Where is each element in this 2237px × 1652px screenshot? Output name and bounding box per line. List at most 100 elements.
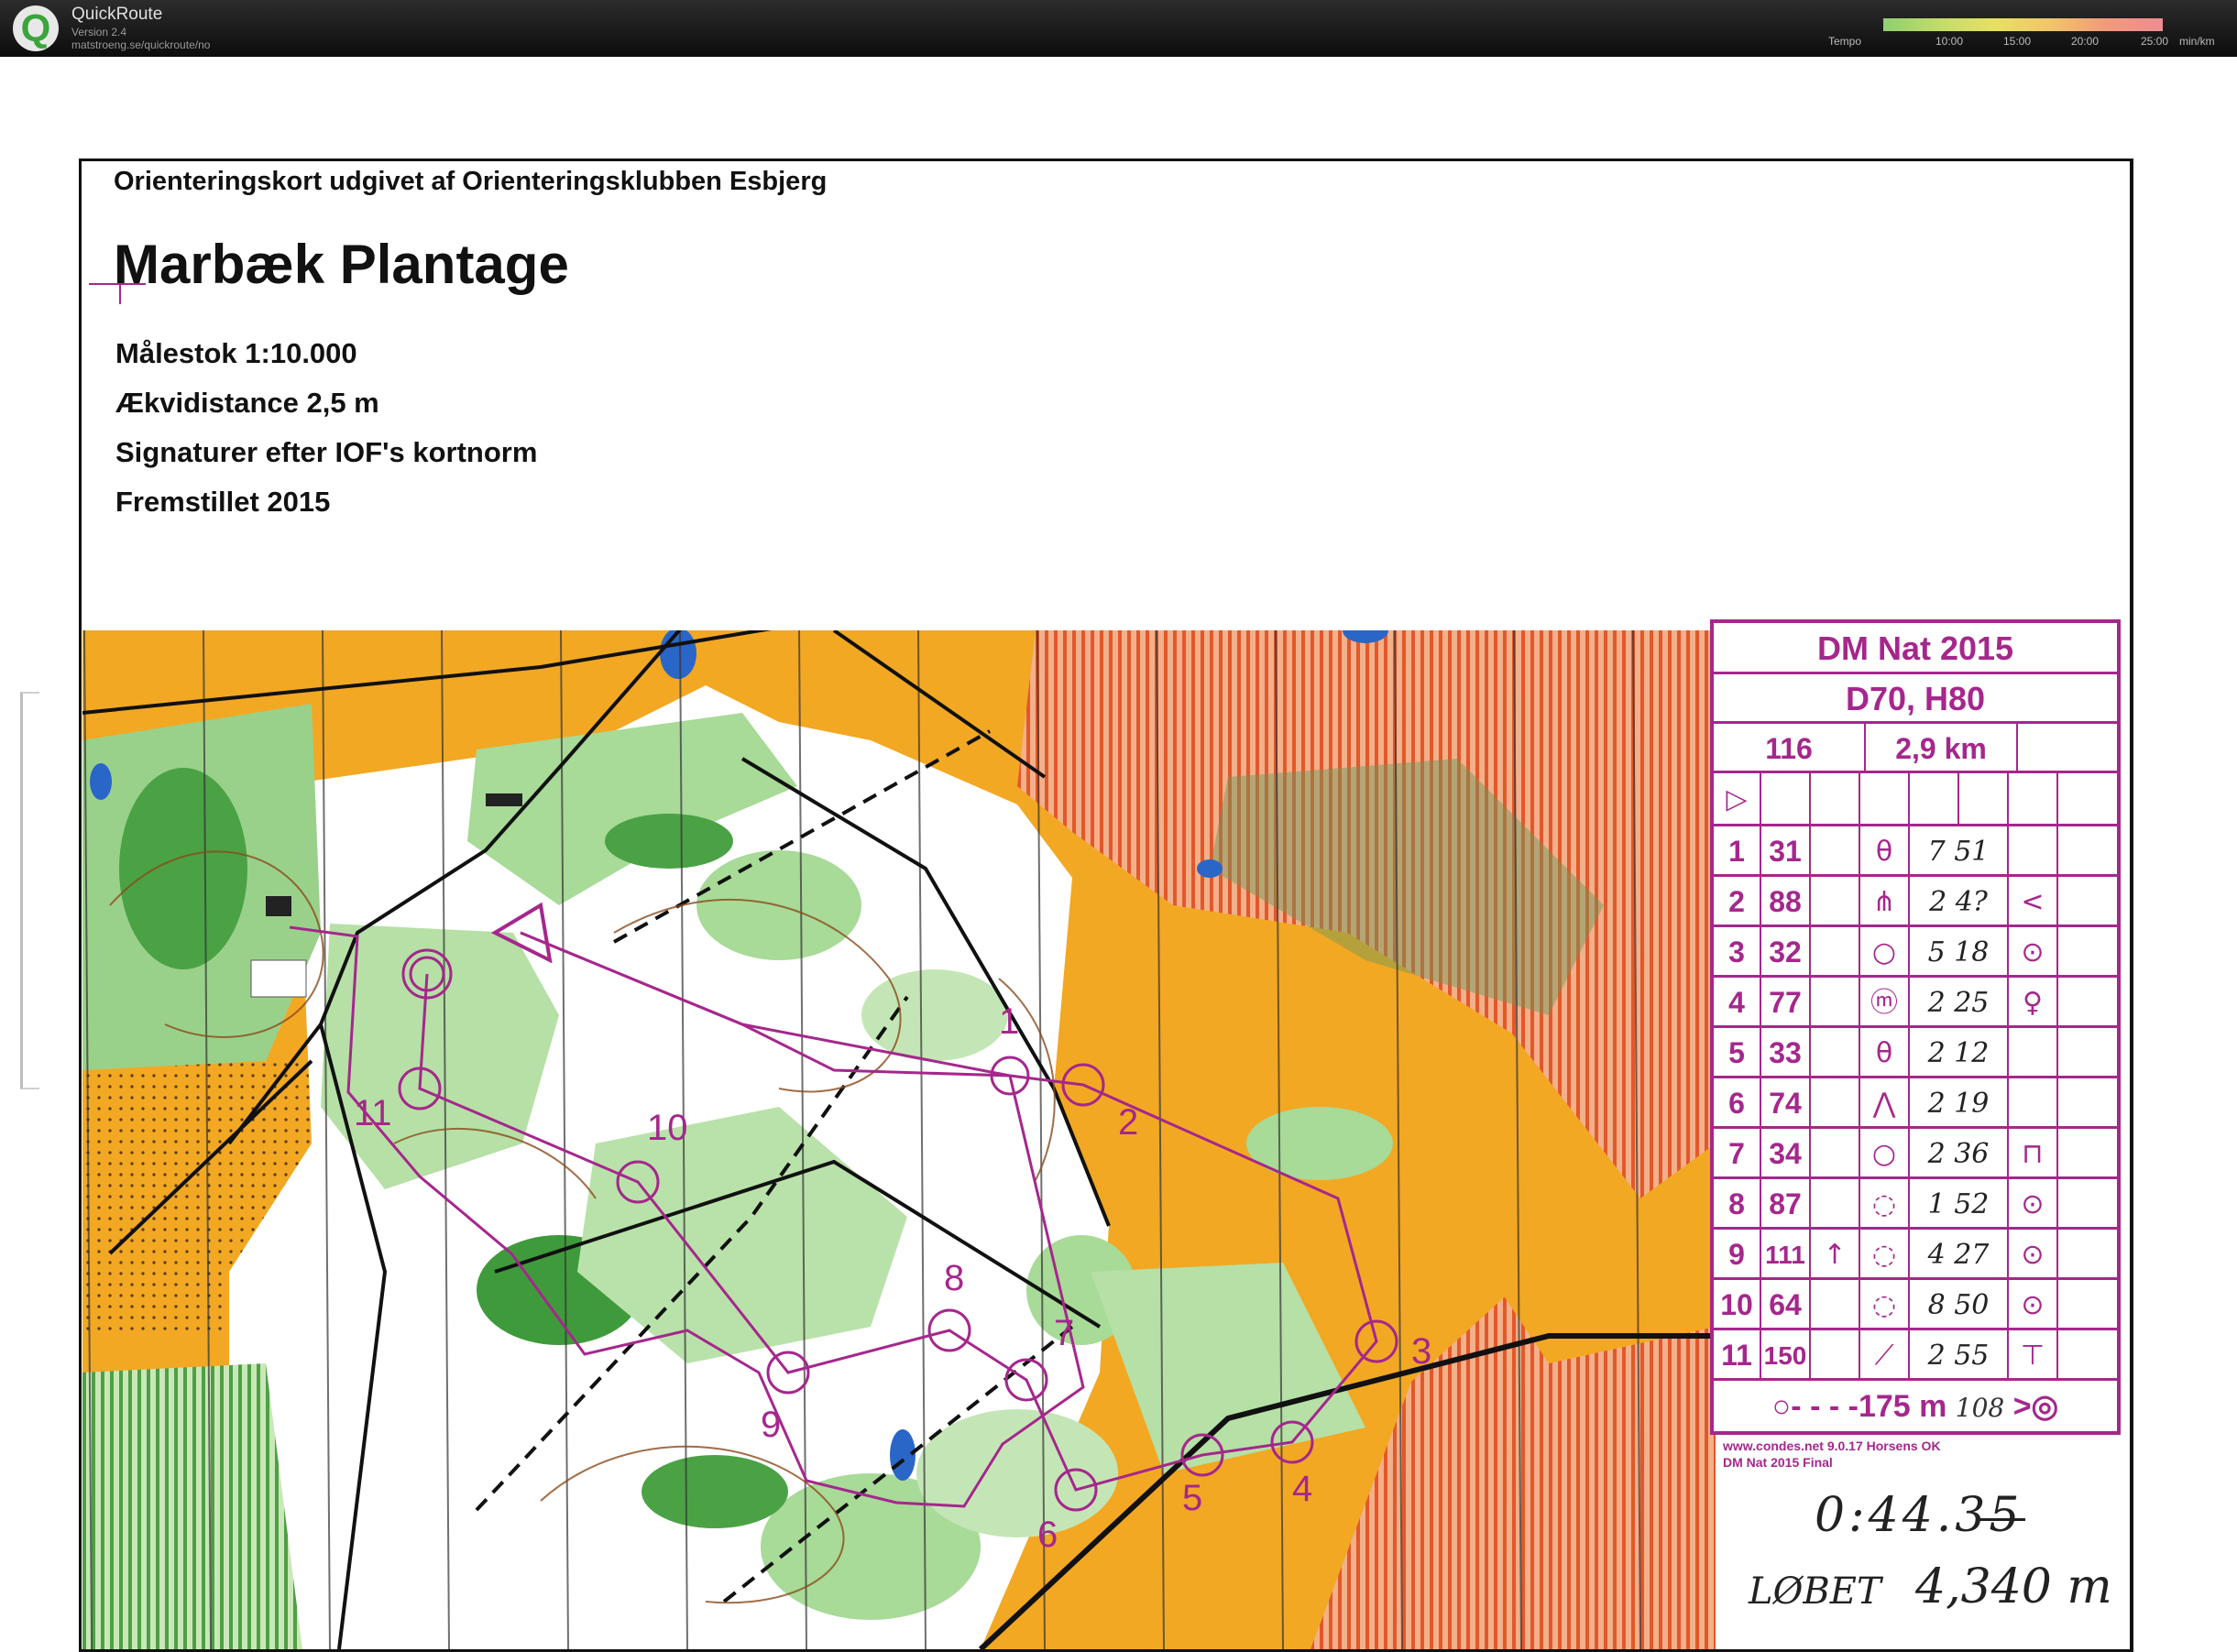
- desc-control-row: 4 77 ⓜ 2 25 ♀: [1714, 978, 2117, 1028]
- desc-cell-loc: <: [2009, 877, 2058, 924]
- control-number: 2: [1118, 1102, 1138, 1143]
- desc-control-row: 3 32 ○ 5 18 ⊙: [1714, 927, 2117, 978]
- desc-cell-loc: ⊙: [2009, 1280, 2058, 1328]
- map-scale: Målestok 1:10.000: [115, 337, 357, 369]
- desc-control-row: 6 74 ⋀ 2 19: [1714, 1078, 2117, 1129]
- map-year: Fremstillet 2015: [115, 486, 331, 518]
- desc-cell-dir: [1811, 978, 1860, 1025]
- desc-cell-loc: ⊤: [2009, 1330, 2058, 1378]
- desc-cell-loc: [2009, 826, 2058, 874]
- desc-cell-code: 87: [1761, 1179, 1811, 1227]
- desc-cell-dir: [1811, 1179, 1860, 1227]
- app-title-bar: Q QuickRoute Version 2.4 matstroeng.se/q…: [0, 0, 2237, 57]
- desc-cell-n: 2: [1714, 877, 1761, 924]
- desc-cell-feat: ⟋: [1860, 1330, 1910, 1378]
- desc-cell-n: 1: [1714, 826, 1761, 874]
- desc-cell-code: 74: [1761, 1078, 1811, 1126]
- desc-control-row: 8 87 ◌ 1 52 ⊙: [1714, 1179, 2117, 1230]
- desc-cell-code: 111: [1761, 1230, 1811, 1277]
- symbol-norm: Signaturer efter IOF's kortnorm: [115, 436, 538, 468]
- control-number: 7: [1054, 1313, 1074, 1353]
- desc-cell-n: 7: [1714, 1129, 1761, 1176]
- desc-cell-dir: [1811, 927, 1860, 975]
- desc-cell-loc: ⊓: [2009, 1129, 2058, 1176]
- finish-start-circle-icon: ○- - - -: [1771, 1389, 1859, 1424]
- desc-cell-feat: ◌: [1860, 1230, 1910, 1277]
- desc-control-row: 1 31 θ 7 51: [1714, 826, 2117, 877]
- control-number: 6: [1037, 1515, 1058, 1555]
- finish-note: 108: [1955, 1393, 2005, 1423]
- desc-cell-n: 4: [1714, 978, 1761, 1025]
- handwritten-run-distance: 4,340 m: [1915, 1559, 2112, 1614]
- scanned-map-sheet: Orienteringskort udgivet af Orienterings…: [0, 57, 2237, 1652]
- desc-cell-dir: [1811, 1280, 1860, 1328]
- desc-control-row: 2 88 ⋔ 2 4? <: [1714, 877, 2117, 927]
- desc-cell-dir: [1811, 1028, 1860, 1076]
- map-publisher: Orienteringskort udgivet af Orienterings…: [114, 167, 828, 196]
- desc-cell-code: 34: [1761, 1129, 1811, 1176]
- orienteering-map[interactable]: 1 2 3 4 5 6 7 8 9 10 11: [82, 630, 1716, 1649]
- tempo-tick: 10:00: [1935, 35, 1964, 48]
- desc-cell-feat: ○: [1860, 927, 1910, 975]
- contour-interval: Ækvidistance 2,5 m: [115, 387, 379, 419]
- desc-cell-dim: 2 55: [1910, 1330, 2009, 1378]
- control-description-sheet: DM Nat 2015 D70, H80 116 2,9 km ▷ 1 31 θ 7 …: [1710, 619, 2121, 1435]
- desc-cell-feat: ⓜ: [1860, 978, 1910, 1025]
- handwritten-run-label: LØBET: [1749, 1570, 1881, 1613]
- desc-cell-dim: 2 12: [1910, 1028, 2009, 1076]
- desc-cell-code: 32: [1761, 927, 1811, 975]
- desc-cell-code: 88: [1761, 877, 1811, 924]
- desc-cell-code: 77: [1761, 978, 1811, 1025]
- control-number: 5: [1182, 1478, 1202, 1518]
- desc-cell-dim: 2 19: [1910, 1078, 2009, 1126]
- control-number: 3: [1411, 1331, 1431, 1372]
- desc-cell-dim: 4 27: [1910, 1230, 2009, 1277]
- desc-control-row: 7 34 ○ 2 36 ⊓: [1714, 1129, 2117, 1179]
- desc-control-row: 10 64 ◌ 8 50 ⊙: [1714, 1280, 2117, 1330]
- desc-cell-n: 5: [1714, 1028, 1761, 1076]
- desc-cell-n: 9: [1714, 1230, 1761, 1277]
- desc-course-length: 2,9 km: [1866, 724, 2018, 771]
- desc-cell-code: 64: [1761, 1280, 1811, 1328]
- desc-cell-feat: ⋀: [1860, 1078, 1910, 1126]
- desc-control-row: 11 150 ⟋ 2 55 ⊤: [1714, 1330, 2117, 1381]
- desc-cell-dir: ↑: [1811, 1230, 1860, 1277]
- desc-cell-loc: [2009, 1078, 2058, 1126]
- desc-cell-dim: 8 50: [1910, 1280, 2009, 1328]
- control-number: 1: [999, 1001, 1019, 1042]
- desc-control-row: 5 33 θ 2 12: [1714, 1028, 2117, 1078]
- desc-cell-feat: ◌: [1860, 1179, 1910, 1227]
- handwritten-underline: [1978, 1518, 2025, 1521]
- desc-cell-dim: 2 4?: [1910, 877, 2009, 924]
- handwritten-time: 0:44.35: [1815, 1488, 2023, 1543]
- sheet-edge: [20, 692, 39, 1089]
- desc-event: DM Nat 2015: [1714, 623, 2117, 674]
- desc-cell-dir: [1811, 1330, 1860, 1378]
- desc-cell-dir: [1811, 826, 1860, 874]
- start-triangle-icon: ▷: [1714, 773, 1761, 824]
- finish-distance: 175 m: [1858, 1389, 1947, 1424]
- app-url: matstroeng.se/quickroute/no: [71, 38, 211, 51]
- desc-cell-loc: ⊙: [2009, 927, 2058, 975]
- map-title: Marbæk Plantage: [114, 234, 569, 295]
- desc-cell-feat: ◌: [1860, 1280, 1910, 1328]
- desc-cell-code: 150: [1761, 1330, 1811, 1378]
- desc-course-code: 116: [1714, 724, 1866, 771]
- tempo-color-scale: [1883, 18, 2163, 31]
- desc-cell-loc: ♀: [2009, 978, 2058, 1025]
- tempo-tick: 25:00: [2141, 35, 2169, 48]
- desc-cell-dir: [1811, 1078, 1860, 1126]
- desc-cell-code: 31: [1761, 826, 1811, 874]
- software-credit: www.condes.net 9.0.17 Horsens OK: [1723, 1439, 1941, 1453]
- desc-cell-feat: θ: [1860, 1028, 1910, 1076]
- control-number: 8: [944, 1258, 964, 1298]
- desc-cell-dir: [1811, 1129, 1860, 1176]
- desc-cell-dim: 5 18: [1910, 927, 2009, 975]
- desc-course-row: 116 2,9 km: [1714, 724, 2117, 773]
- desc-cell-dim: 2 36: [1910, 1129, 2009, 1176]
- app-version: Version 2.4: [71, 26, 127, 38]
- desc-cell-dir: [1811, 877, 1860, 924]
- desc-cell-feat: ○: [1860, 1129, 1910, 1176]
- desc-cell-n: 6: [1714, 1078, 1761, 1126]
- desc-cell-n: 10: [1714, 1280, 1761, 1328]
